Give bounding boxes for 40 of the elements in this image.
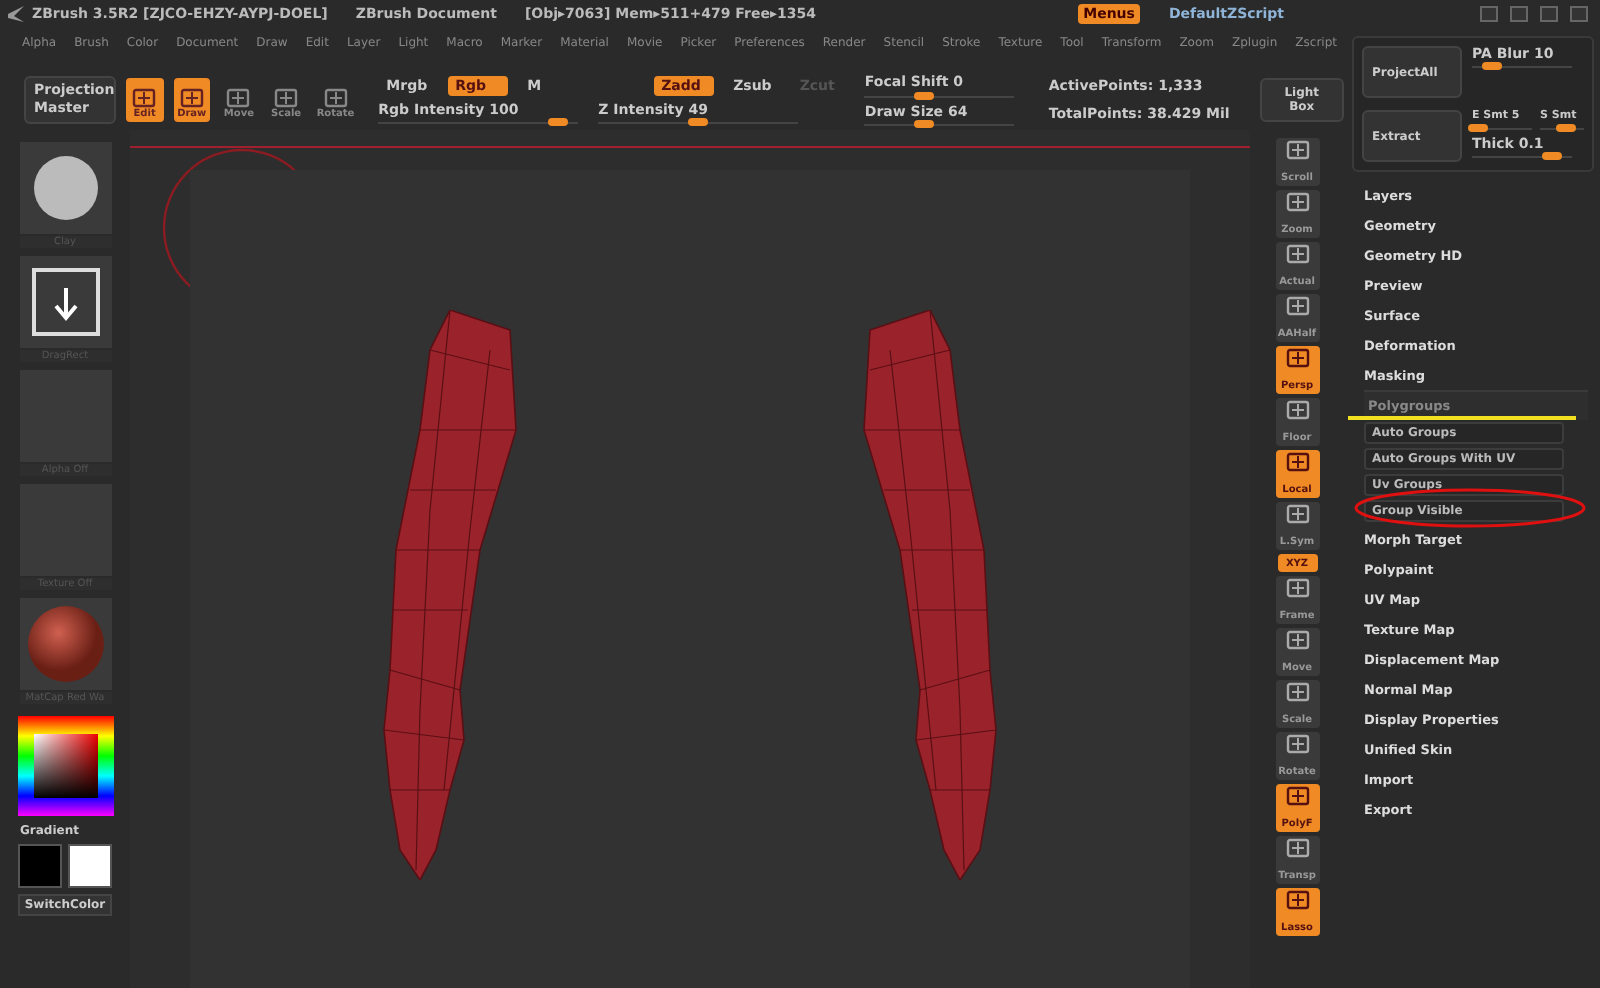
- tool-icon: [1285, 630, 1309, 650]
- mode-icon: [274, 88, 299, 108]
- slider-track[interactable]: [1472, 123, 1532, 130]
- thumbnail-slot[interactable]: [19, 256, 111, 348]
- thumbnail-slot[interactable]: [19, 598, 111, 690]
- drag-rect-icon: [31, 268, 99, 336]
- secondary-color-swatch[interactable]: [68, 844, 112, 888]
- tool-icon: [1285, 140, 1309, 160]
- mode-icon: [179, 88, 204, 108]
- slider-thumb[interactable]: [1542, 151, 1562, 160]
- slider-thumb[interactable]: [914, 91, 935, 99]
- tool-icon: [1285, 296, 1309, 316]
- clay-brush-icon: [29, 152, 101, 224]
- color-picker[interactable]: [17, 716, 113, 816]
- tool-icon: [1285, 838, 1309, 858]
- slider-thumb[interactable]: [688, 118, 709, 127]
- app-logo-icon: [8, 6, 24, 22]
- tool-icon: [1285, 452, 1309, 472]
- thumbnail-slot[interactable]: [19, 142, 111, 234]
- mode-icon: [226, 88, 251, 108]
- tool-icon: [1285, 504, 1309, 524]
- tool-icon: [1285, 734, 1309, 754]
- tool-icon: [1285, 244, 1309, 264]
- mode-icon: [132, 88, 157, 108]
- slider-thumb[interactable]: [1556, 123, 1577, 132]
- primary-color-swatch[interactable]: [18, 844, 62, 888]
- tool-icon: [1285, 400, 1309, 420]
- material-sphere-icon: [25, 604, 105, 684]
- tool-icon: [1285, 890, 1309, 910]
- tool-icon: [1285, 348, 1309, 368]
- slider-thumb[interactable]: [1468, 123, 1488, 132]
- slider-thumb[interactable]: [914, 119, 935, 128]
- mode-icon: [323, 88, 348, 108]
- slider-track[interactable]: [1540, 123, 1584, 130]
- tool-icon: [1285, 786, 1309, 806]
- tool-icon: [1285, 682, 1309, 702]
- tool-icon: [1285, 192, 1309, 212]
- slider-thumb[interactable]: [1482, 62, 1502, 71]
- slider-thumb[interactable]: [548, 118, 569, 127]
- tool-icon: [1285, 578, 1309, 598]
